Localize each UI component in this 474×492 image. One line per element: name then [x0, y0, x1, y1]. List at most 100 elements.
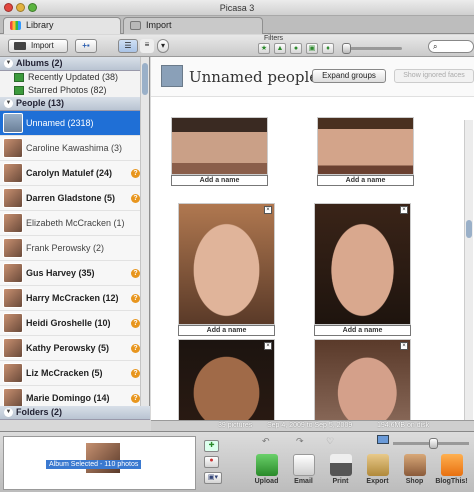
face-thumbnail[interactable]: ×: [178, 339, 275, 420]
face-thumbnail[interactable]: ×: [314, 339, 411, 420]
person-item[interactable]: Harry McCracken (12)?: [0, 286, 149, 311]
face-thumbnail[interactable]: ×: [178, 203, 275, 325]
unconfirmed-faces-icon[interactable]: ?: [131, 394, 140, 403]
face-thumbnail[interactable]: [317, 117, 414, 175]
list-view-icon: ☰: [124, 41, 132, 50]
blogthis-button[interactable]: BlogThis!: [433, 454, 470, 485]
sidebar-scroll-thumb[interactable]: [142, 63, 148, 95]
tab-import[interactable]: Import: [123, 17, 263, 34]
face-card[interactable]: ×: [314, 339, 411, 420]
hold-button[interactable]: ✚: [204, 440, 219, 452]
rotate-left-icon[interactable]: ↶: [262, 436, 270, 447]
unconfirmed-faces-icon[interactable]: ?: [131, 319, 140, 328]
add-name-field[interactable]: Add a name: [314, 325, 411, 336]
photo-tray: Album Selected - 110 photos ✚ ● ▣▾ ↶ ↷ ♡…: [0, 431, 474, 492]
unconfirmed-faces-icon[interactable]: ?: [131, 344, 140, 353]
person-item[interactable]: Carolyn Matulef (24)?: [0, 161, 149, 186]
picture-count: 39 pictures: [218, 422, 253, 429]
zoom-slider[interactable]: [393, 438, 469, 449]
show-ignored-faces-button[interactable]: Show ignored faces: [394, 69, 474, 83]
face-card[interactable]: × Add a name: [314, 203, 411, 336]
albums-section-header[interactable]: ▼ Albums (2): [0, 57, 149, 71]
caption-icon[interactable]: ♡: [326, 436, 334, 447]
movies-filter-button[interactable]: ▣: [306, 43, 318, 54]
expand-groups-button[interactable]: Expand groups: [312, 69, 386, 83]
album-dropdown-icon: ▣▾: [207, 474, 219, 481]
new-album-button[interactable]: +▪: [75, 39, 97, 53]
add-name-field[interactable]: Add a name: [178, 325, 275, 336]
faces-filter-button[interactable]: ●: [290, 43, 302, 54]
upload-button[interactable]: Upload: [248, 454, 285, 485]
unconfirmed-faces-icon[interactable]: ?: [131, 269, 140, 278]
face-card[interactable]: Add a name: [171, 117, 268, 186]
close-icon[interactable]: ×: [264, 206, 272, 214]
search-input[interactable]: ⌕: [428, 40, 474, 53]
person-item[interactable]: Heidi Groshelle (10)?: [0, 311, 149, 336]
album-item[interactable]: Starred Photos (82): [0, 84, 149, 97]
album-item[interactable]: Recently Updated (38): [0, 71, 149, 84]
face-card[interactable]: Add a name: [317, 117, 414, 186]
export-button[interactable]: Export: [359, 454, 396, 485]
unconfirmed-faces-icon[interactable]: ?: [131, 369, 140, 378]
email-button[interactable]: Email: [285, 454, 322, 485]
grid-scrollbar[interactable]: [464, 120, 473, 420]
rotate-right-icon[interactable]: ↷: [296, 436, 304, 447]
person-item[interactable]: Unnamed (2318): [0, 111, 149, 136]
face-thumbnail[interactable]: ×: [314, 203, 411, 325]
person-item[interactable]: Liz McCracken (5)?: [0, 361, 149, 386]
import-button[interactable]: Import: [8, 39, 68, 53]
collapse-arrow-icon[interactable]: ▼: [4, 59, 13, 68]
tree-view-button[interactable]: ≡: [140, 39, 154, 53]
library-icon: [10, 21, 21, 30]
close-icon[interactable]: ×: [400, 342, 408, 350]
person-item[interactable]: Kathy Perowsky (5)?: [0, 336, 149, 361]
person-item[interactable]: Elizabeth McCracken (1): [0, 211, 149, 236]
people-section-header[interactable]: ▼ People (13): [0, 97, 149, 111]
zoom-slider-handle[interactable]: [429, 438, 438, 449]
folders-section-header[interactable]: ▼ Folders (2): [0, 406, 150, 420]
search-icon: ⌕: [433, 42, 438, 51]
person-placeholder-icon: [161, 65, 183, 87]
person-item-label: Unnamed (2318): [26, 118, 94, 128]
face-card[interactable]: ×: [178, 339, 275, 420]
person-item-label: Heidi Groshelle (10): [26, 318, 111, 328]
person-item[interactable]: Caroline Kawashima (3): [0, 136, 149, 161]
add-name-field[interactable]: Add a name: [317, 175, 414, 186]
date-filter-handle[interactable]: [342, 43, 351, 54]
unconfirmed-faces-icon[interactable]: ?: [131, 169, 140, 178]
tab-library[interactable]: Library: [3, 17, 121, 34]
star-filter-button[interactable]: ★: [258, 43, 270, 54]
person-item-label: Gus Harvey (35): [26, 268, 95, 278]
close-icon[interactable]: ×: [264, 342, 272, 350]
person-item[interactable]: Frank Perowsky (2): [0, 236, 149, 261]
uploaded-filter-button[interactable]: ▲: [274, 43, 286, 54]
person-item[interactable]: Darren Gladstone (5)?: [0, 186, 149, 211]
album-add-button[interactable]: ▣▾: [204, 472, 222, 484]
albums-header-label: Albums (2): [16, 58, 63, 68]
add-name-field[interactable]: Add a name: [171, 175, 268, 186]
sidebar-scrollbar[interactable]: [140, 57, 149, 411]
unconfirmed-faces-icon[interactable]: ?: [131, 294, 140, 303]
grid-scroll-thumb[interactable]: [466, 220, 472, 238]
page-title: Unnamed people: [189, 68, 319, 86]
zoom-window-button[interactable]: [28, 3, 37, 12]
print-button[interactable]: Print: [322, 454, 359, 485]
close-window-button[interactable]: [4, 3, 13, 12]
list-view-button[interactable]: ☰: [118, 39, 138, 53]
close-icon[interactable]: ×: [400, 206, 408, 214]
upload-label: Upload: [254, 478, 279, 485]
collapse-arrow-icon[interactable]: ▼: [4, 408, 13, 417]
face-thumbnail[interactable]: [171, 117, 268, 175]
collapse-arrow-icon[interactable]: ▼: [4, 99, 13, 108]
face-card[interactable]: × Add a name: [178, 203, 275, 336]
date-filter-slider[interactable]: [342, 43, 402, 54]
album-icon: [14, 73, 24, 82]
clear-button[interactable]: ●: [204, 456, 219, 468]
minimize-window-button[interactable]: [16, 3, 25, 12]
shop-button[interactable]: Shop: [396, 454, 433, 485]
unconfirmed-faces-icon[interactable]: ?: [131, 194, 140, 203]
person-item[interactable]: Gus Harvey (35)?: [0, 261, 149, 286]
geotag-filter-button[interactable]: ♦: [322, 43, 334, 54]
view-options-button[interactable]: ▾: [157, 39, 169, 53]
star-icon: ★: [260, 45, 268, 52]
